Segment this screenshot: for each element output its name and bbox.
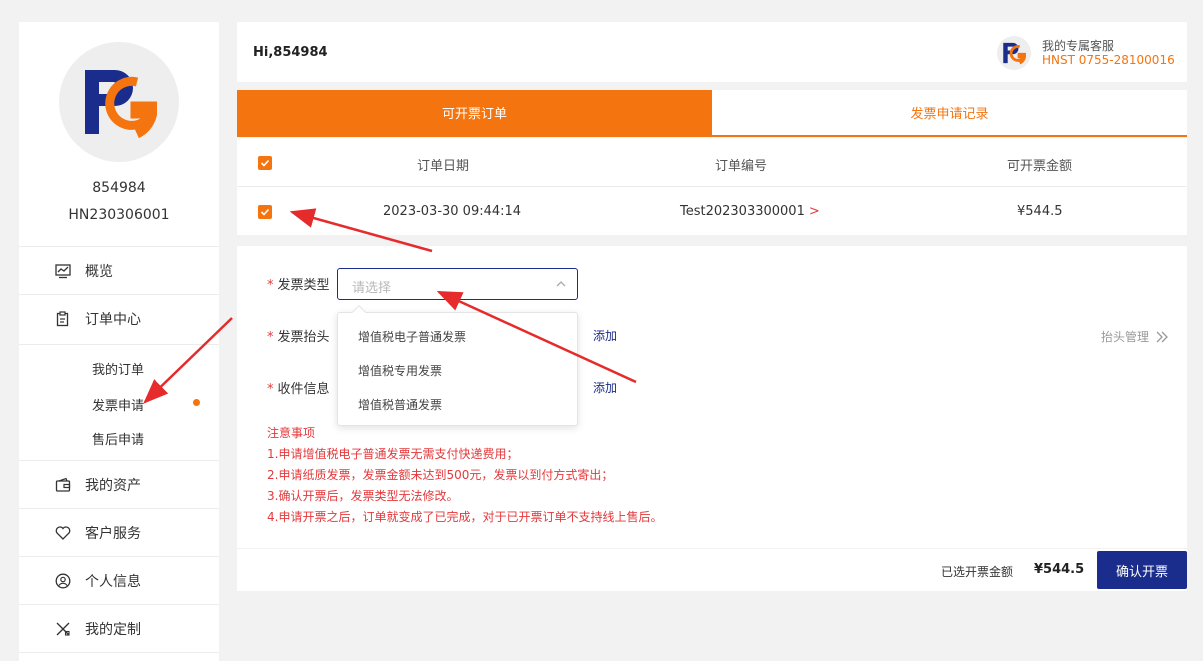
title-manage-link[interactable]: 抬头管理	[1101, 328, 1169, 345]
confirm-invoice-button[interactable]: 确认开票	[1097, 551, 1187, 589]
menu-order-center[interactable]: 订单中心	[19, 295, 219, 343]
tab-invoice-records[interactable]: 发票申请记录	[712, 90, 1187, 135]
service-phone[interactable]: HNST 0755-28100016	[1042, 53, 1175, 67]
select-all-checkbox[interactable]	[258, 156, 272, 170]
check-icon	[260, 159, 270, 167]
avatar	[59, 42, 179, 162]
clipboard-icon	[53, 309, 73, 329]
tools-icon	[53, 619, 73, 639]
menu-my-custom[interactable]: 我的定制	[19, 605, 219, 653]
menu-customer-service[interactable]: 客户服务	[19, 509, 219, 557]
note-item: 4.申请开票之后，订单就变成了已完成，对于已开票订单不支持线上售后。	[267, 510, 663, 524]
invoice-type-select[interactable]: 请选择	[337, 268, 578, 300]
submenu-after-sales[interactable]: 售后申请	[92, 429, 144, 448]
invoice-type-placeholder: 请选择	[352, 281, 392, 296]
row-amount: ¥544.5	[1017, 204, 1063, 219]
note-item: 3.确认开票后，发票类型无法修改。	[267, 489, 459, 503]
sidebar: 854984 HN230306001 概览 订单中心 我的订单 发票申请 售后申…	[19, 22, 219, 661]
note-item: 2.申请纸质发票，发票金额未达到500元，发票以到付方式寄出；	[267, 468, 614, 482]
row-checkbox[interactable]	[258, 205, 272, 219]
header-order-date: 订单日期	[417, 159, 470, 174]
menu-order-center-label: 订单中心	[85, 312, 141, 328]
add-recipient-link[interactable]: 添加	[593, 379, 617, 396]
user-icon	[53, 571, 73, 591]
row-order-no: Test202303300001	[680, 204, 805, 219]
invoice-type-dropdown: 增值税电子普通发票 增值税专用发票 增值税普通发票	[337, 304, 578, 426]
invoice-form: * 发票类型 请选择 * 发票抬头 添加 抬头管理 * 收件信息 添加 增值税电子普通…	[237, 246, 1187, 548]
invoice-title-label: * 发票抬头	[267, 330, 330, 345]
heart-icon	[53, 523, 73, 543]
title-manage-label: 抬头管理	[1101, 330, 1150, 344]
user-id: HN230306001	[68, 207, 170, 223]
menu-overview[interactable]: 概览	[19, 247, 219, 295]
submenu-invoice-apply[interactable]: 发票申请	[92, 395, 144, 414]
option-special-invoice[interactable]: 增值税专用发票	[358, 362, 442, 379]
brand-logo-small-icon	[1003, 42, 1026, 65]
menu-my-assets-label: 我的资产	[85, 478, 141, 494]
add-invoice-title-link[interactable]: 添加	[593, 327, 617, 344]
selected-amount-label: 已选开票金额	[941, 565, 1014, 579]
row-link-arrow: >	[808, 204, 820, 219]
chart-icon	[53, 261, 73, 281]
tab-bar: 可开票订单 发票申请记录	[237, 90, 1187, 137]
menu-my-assets[interactable]: 我的资产	[19, 461, 219, 509]
footer-bar: 已选开票金额 ¥544.5 确认开票	[237, 549, 1187, 591]
note-item: 1.申请增值税电子普通发票无需支付快递费用；	[267, 447, 519, 461]
menu-overview-label: 概览	[85, 264, 113, 280]
header-amount: 可开票金额	[1007, 159, 1073, 174]
header-order-no: 订单编号	[715, 159, 768, 174]
check-icon	[260, 208, 270, 216]
service-title: 我的专属客服	[1042, 39, 1115, 53]
invoice-type-label: * 发票类型	[267, 278, 330, 293]
service-avatar[interactable]	[997, 36, 1031, 70]
menu-personal-info[interactable]: 个人信息	[19, 557, 219, 605]
active-indicator-dot	[193, 399, 200, 406]
submenu-my-orders[interactable]: 我的订单	[92, 359, 144, 378]
wallet-icon	[53, 475, 73, 495]
username: 854984	[92, 180, 146, 196]
double-chevron-right-icon	[1156, 331, 1168, 342]
option-normal-invoice[interactable]: 增值税普通发票	[358, 396, 442, 413]
page-header: Hi,854984 我的专属客服 HNST 0755-28100016	[237, 22, 1187, 82]
notes-title: 注意事项	[267, 426, 316, 440]
orders-table: 订单日期 订单编号 可开票金额 2023-03-30 09:44:14 Test…	[237, 138, 1187, 235]
brand-logo-icon	[85, 70, 157, 139]
row-order-date: 2023-03-30 09:44:14	[383, 204, 522, 219]
recipient-label: * 收件信息	[267, 382, 330, 397]
menu-my-custom-label: 我的定制	[85, 622, 141, 638]
menu-personal-info-label: 个人信息	[85, 574, 141, 590]
chevron-up-icon	[555, 278, 567, 294]
tab-invoiceable-orders[interactable]: 可开票订单	[237, 90, 712, 135]
menu-customer-service-label: 客户服务	[85, 526, 141, 542]
greeting: Hi,854984	[253, 45, 328, 60]
option-e-invoice[interactable]: 增值税电子普通发票	[358, 328, 466, 345]
row-order-no-link[interactable]: Test202303300001 >	[680, 204, 820, 219]
selected-amount-value: ¥544.5	[1034, 562, 1085, 577]
